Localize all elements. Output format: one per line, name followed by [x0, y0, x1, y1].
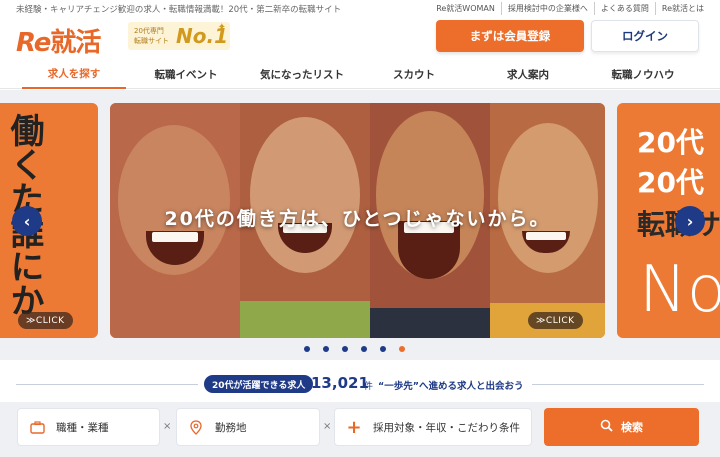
- nav-item-scout[interactable]: スカウト: [366, 60, 462, 89]
- nav-item-saved-list[interactable]: 気になったリスト: [246, 60, 358, 89]
- top-link-faq[interactable]: よくある質問: [593, 2, 655, 15]
- nav-item-job-info[interactable]: 求人案内: [476, 60, 580, 89]
- map-pin-icon: [187, 418, 205, 436]
- conditions-field[interactable]: + 採用対象・年収・こだわり条件: [334, 408, 532, 446]
- job-count-description: “一歩先”へ進める求人と出会おう: [378, 381, 524, 392]
- chevron-right-icon: ›: [686, 211, 694, 231]
- next-slide-big-text: No: [639, 253, 720, 327]
- chevron-left-icon: ‹: [23, 211, 31, 231]
- search-button[interactable]: 検索: [544, 408, 699, 446]
- site-logo[interactable]: Re就活: [16, 22, 101, 59]
- carousel-dot[interactable]: [342, 346, 348, 352]
- location-label: 勤務地: [215, 421, 247, 434]
- carousel-dot-active[interactable]: [399, 346, 405, 352]
- carousel-prev-button[interactable]: ‹: [12, 206, 42, 236]
- jacket-shape: [370, 308, 490, 338]
- teeth-shape: [526, 232, 566, 240]
- job-count-number: 13,021: [311, 374, 369, 392]
- teeth-shape: [152, 232, 198, 242]
- login-button[interactable]: ログイン: [591, 20, 699, 52]
- top-link-employers[interactable]: 採用検討中の企業様へ: [500, 2, 594, 15]
- nav-item-events[interactable]: 転職イベント: [134, 60, 238, 89]
- job-type-label: 職種・業種: [56, 421, 109, 434]
- top-strip: 未経験・キャリアチェンジ歓迎の求人・転職情報満載！20代・第二新卒の転職サイト …: [0, 0, 720, 16]
- search-icon: [600, 419, 613, 436]
- shirt-shape: [240, 301, 370, 338]
- search-bar: 職種・業種 × 勤務地 × + 採用対象・年収・こだわり条件 検索: [0, 402, 720, 457]
- carousel-dot[interactable]: [304, 346, 310, 352]
- clear-icon[interactable]: ×: [163, 421, 171, 432]
- job-type-field[interactable]: 職種・業種: [17, 408, 160, 446]
- nav-item-know-how[interactable]: 転職ノウハウ: [588, 60, 698, 89]
- conditions-label: 採用対象・年収・こだわり条件: [373, 421, 520, 434]
- job-count-strip: 20代が活躍できる求人 13,021 件 “一歩先”へ進める求人と出会おう: [0, 374, 720, 395]
- divider-line: [532, 384, 704, 385]
- job-count-unit: 件: [364, 382, 374, 392]
- plus-icon: +: [346, 416, 362, 438]
- top-links: Re就活WOMAN 採用検討中の企業様へ よくある質問 Re就活とは: [430, 2, 710, 15]
- carousel-dot[interactable]: [361, 346, 367, 352]
- job-count-badge: 20代が活躍できる求人: [204, 375, 314, 393]
- hero-caption: 20代の働き方は、ひとつじゃないから。: [164, 208, 551, 230]
- carousel-next-button[interactable]: ›: [675, 206, 705, 236]
- top-link-about[interactable]: Re就活とは: [654, 2, 710, 15]
- site-tagline: 未経験・キャリアチェンジ歓迎の求人・転職情報満載！20代・第二新卒の転職サイト: [16, 5, 342, 15]
- divider-line: [16, 384, 198, 385]
- nav-item-job-search[interactable]: 求人を探す: [22, 60, 126, 89]
- top-link-woman[interactable]: Re就活WOMAN: [430, 2, 501, 15]
- carousel-dot[interactable]: [380, 346, 386, 352]
- next-slide-line-1: 20代: [637, 126, 704, 159]
- carousel-dots: [304, 346, 405, 352]
- carousel-slide-main[interactable]: 20代の働き方は、ひとつじゃないから。 ≫CLICK: [110, 103, 605, 338]
- search-button-label: 検索: [621, 421, 643, 434]
- main-slide-click-tag[interactable]: ≫CLICK: [528, 312, 583, 329]
- next-slide-line-2: 20代: [637, 166, 704, 199]
- no1-badge: 20代専門 転職サイト No.1 ✦: [128, 22, 230, 50]
- clear-icon[interactable]: ×: [323, 421, 331, 432]
- register-button[interactable]: まずは会員登録: [436, 20, 584, 52]
- briefcase-icon: [28, 418, 46, 436]
- badge-subtitle: 20代専門 転職サイト: [134, 27, 169, 45]
- location-field[interactable]: 勤務地: [176, 408, 320, 446]
- main-nav: 求人を探す 転職イベント 気になったリスト スカウト 求人案内 転職ノウハウ: [0, 60, 720, 89]
- prev-slide-click-tag[interactable]: ≫CLICK: [18, 312, 73, 329]
- sparkle-icon: ✦: [217, 22, 226, 33]
- hero-carousel: 働くた誰にか ≫CLICK 20代の働き方は、ひとつじゃないから。: [0, 90, 720, 360]
- carousel-dot[interactable]: [323, 346, 329, 352]
